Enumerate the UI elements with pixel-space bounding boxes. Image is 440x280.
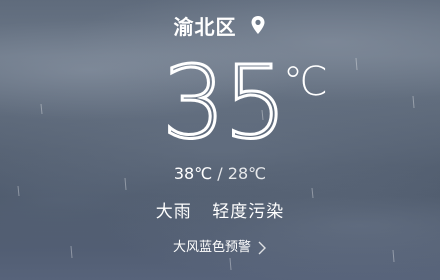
low-temperature: 28℃ xyxy=(227,164,267,183)
current-temperature: 35 xyxy=(160,44,288,161)
range-separator: / xyxy=(217,164,223,183)
city-name: 渝北区 xyxy=(173,14,237,39)
air-quality[interactable]: 轻度污染 xyxy=(212,202,284,222)
chevron-right-icon xyxy=(258,241,266,255)
weather-alert-link[interactable]: 大风蓝色预警 xyxy=(0,238,440,258)
location-pin-icon[interactable] xyxy=(249,15,267,35)
temperature-range: 38℃ / 28℃ xyxy=(0,164,440,184)
weather-description: 大雨 xyxy=(155,202,192,222)
temperature-unit: ℃ xyxy=(283,59,328,105)
location-header[interactable]: 渝北区 xyxy=(0,10,440,40)
weather-conditions: 大雨 轻度污染 xyxy=(0,200,440,224)
weather-alert-label: 大风蓝色预警 xyxy=(172,240,251,255)
high-temperature: 38℃ xyxy=(173,164,213,183)
